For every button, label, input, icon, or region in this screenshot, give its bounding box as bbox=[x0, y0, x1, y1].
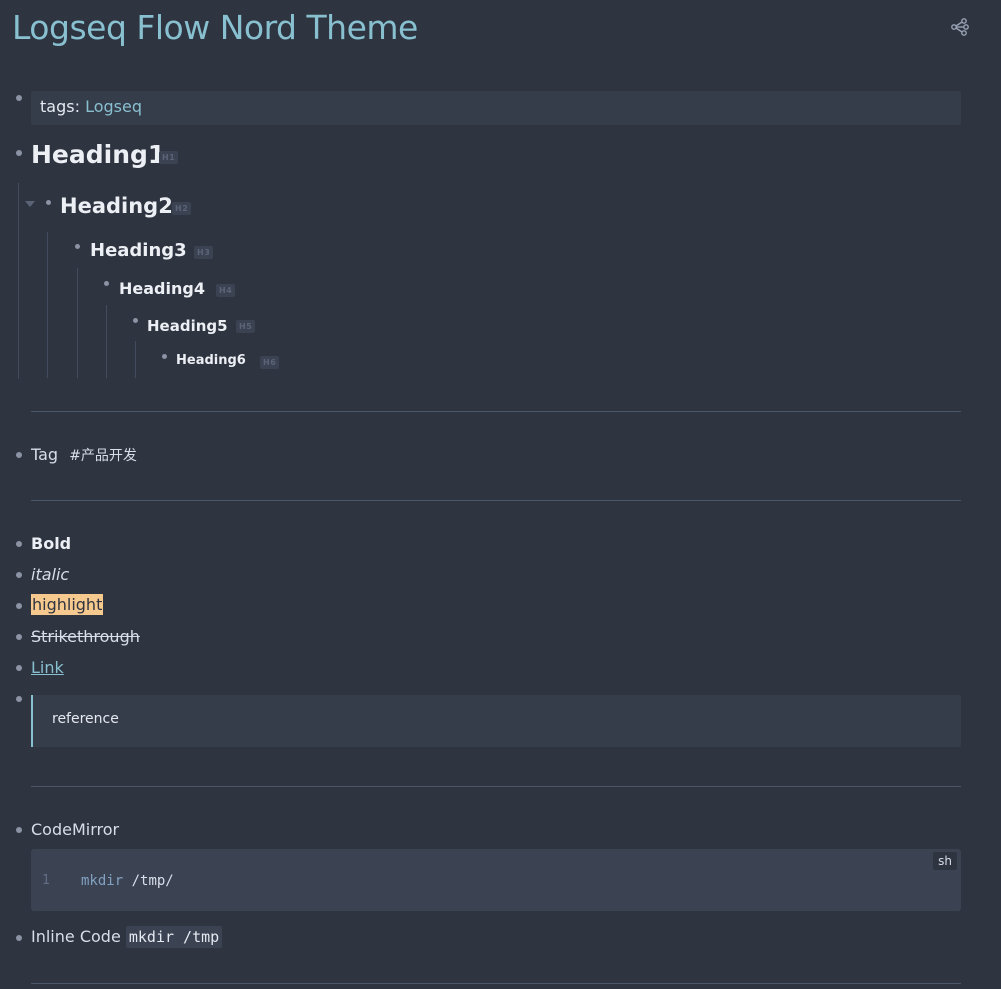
tag-block[interactable]: Tag #产品开发 bbox=[31, 445, 137, 465]
page-properties-block[interactable]: tags: Logseq bbox=[31, 91, 961, 125]
indent-guide bbox=[18, 183, 19, 379]
heading-level-badge: H1 bbox=[159, 151, 179, 164]
block-bullet[interactable] bbox=[16, 665, 22, 671]
heading-level-badge: H4 bbox=[216, 284, 236, 297]
code-language-badge[interactable]: sh bbox=[933, 852, 957, 870]
indent-guide bbox=[135, 341, 136, 378]
tags-key: tags: bbox=[40, 97, 80, 116]
link[interactable]: Link bbox=[31, 658, 64, 677]
inline-code: mkdir /tmp bbox=[125, 926, 223, 948]
tags-value-link[interactable]: Logseq bbox=[85, 97, 142, 116]
block-bullet[interactable] bbox=[75, 244, 80, 249]
highlight-text: highlight bbox=[31, 594, 104, 615]
heading-6[interactable]: Heading6 bbox=[176, 353, 246, 368]
heading-level-badge: H6 bbox=[260, 356, 280, 369]
divider bbox=[31, 500, 961, 501]
block-bullet[interactable] bbox=[162, 354, 167, 359]
block-bullet[interactable] bbox=[16, 541, 22, 547]
heading-5[interactable]: Heading5 bbox=[147, 317, 228, 335]
heading-level-badge: H2 bbox=[172, 202, 192, 215]
block-bullet[interactable] bbox=[104, 281, 109, 286]
code-argument: /tmp/ bbox=[131, 873, 174, 889]
code-block[interactable]: sh 1 mkdir /tmp/ bbox=[31, 849, 961, 911]
indent-guide bbox=[47, 232, 48, 378]
highlight-block[interactable]: highlight bbox=[31, 594, 104, 615]
tags-property: tags: Logseq bbox=[40, 97, 142, 116]
block-bullet[interactable] bbox=[16, 827, 22, 833]
heading-4[interactable]: Heading4 bbox=[119, 279, 205, 298]
page: Logseq Flow Nord Theme tags: Logseq Head… bbox=[0, 0, 1001, 989]
indent-guide bbox=[106, 305, 107, 378]
tag-block-label: Tag bbox=[31, 445, 59, 464]
block-bullet[interactable] bbox=[16, 95, 22, 101]
indent-guide bbox=[77, 268, 78, 378]
codemirror-label[interactable]: CodeMirror bbox=[31, 820, 119, 839]
block-bullet[interactable] bbox=[16, 452, 22, 458]
code-keyword: mkdir bbox=[81, 873, 124, 889]
inline-code-label: Inline Code bbox=[31, 927, 121, 946]
divider bbox=[31, 786, 961, 787]
hashtag-link[interactable]: #产品开发 bbox=[69, 448, 137, 464]
italic-text[interactable]: italic bbox=[31, 565, 69, 584]
blockquote[interactable]: reference bbox=[31, 695, 961, 747]
heading-3[interactable]: Heading3 bbox=[90, 240, 187, 261]
block-bullet[interactable] bbox=[133, 318, 138, 323]
heading-level-badge: H3 bbox=[194, 246, 214, 259]
collapse-arrow-icon[interactable] bbox=[25, 201, 35, 207]
divider bbox=[31, 983, 961, 984]
block-bullet[interactable] bbox=[16, 150, 22, 156]
block-bullet[interactable] bbox=[16, 935, 22, 941]
block-bullet[interactable] bbox=[16, 634, 22, 640]
heading-2[interactable]: Heading2 bbox=[60, 194, 173, 218]
divider bbox=[31, 411, 961, 412]
heading-1[interactable]: Heading1 bbox=[31, 140, 165, 169]
bold-text[interactable]: Bold bbox=[31, 534, 71, 553]
heading-level-badge: H5 bbox=[236, 320, 256, 333]
page-title[interactable]: Logseq Flow Nord Theme bbox=[12, 8, 418, 47]
block-bullet[interactable] bbox=[46, 200, 51, 205]
block-bullet[interactable] bbox=[16, 572, 22, 578]
block-bullet[interactable] bbox=[16, 603, 22, 609]
inline-code-block[interactable]: Inline Code mkdir /tmp bbox=[31, 926, 223, 948]
block-bullet[interactable] bbox=[16, 696, 22, 702]
strikethrough-text[interactable]: Strikethrough bbox=[31, 627, 140, 646]
line-number: 1 bbox=[42, 873, 50, 888]
quote-text: reference bbox=[52, 711, 119, 727]
code-line[interactable]: mkdir /tmp/ bbox=[81, 873, 174, 889]
graph-nodes-icon[interactable] bbox=[949, 16, 971, 38]
